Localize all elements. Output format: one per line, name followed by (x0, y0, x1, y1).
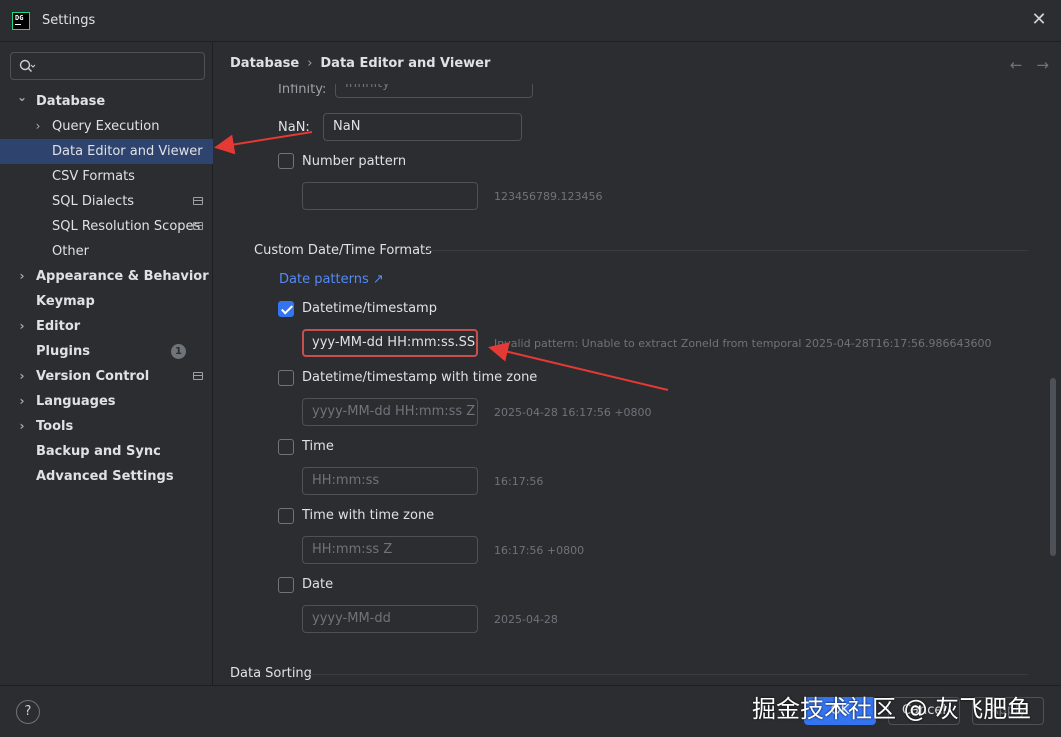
sidebar-item-languages[interactable]: › Languages (0, 389, 213, 414)
close-icon[interactable]: ✕ (1029, 10, 1049, 30)
dialog-footer: ? OK Cancel Apply 掘金技术社区 @ 灰飞肥鱼 (0, 685, 1061, 737)
time-field[interactable]: HH:mm:ss (302, 467, 478, 495)
project-scope-icon (193, 222, 203, 230)
sidebar-item-keymap[interactable]: Keymap (0, 289, 213, 314)
history-nav: ← → (996, 56, 1049, 74)
window-title: Settings (42, 13, 96, 28)
sidebar-item-query-execution[interactable]: › Query Execution (0, 114, 213, 139)
infinity-label: Infinity: (278, 84, 327, 97)
time-checkbox[interactable] (278, 439, 294, 455)
number-pattern-field[interactable] (302, 182, 478, 210)
time-tz-label: Time with time zone (302, 508, 435, 523)
sidebar-item-data-editor-and-viewer[interactable]: Data Editor and Viewer (0, 139, 213, 164)
nan-label: NaN: (278, 120, 310, 135)
datagrip-logo-icon: DG (12, 12, 30, 30)
vertical-scrollbar[interactable] (1050, 378, 1056, 556)
sidebar-item-version-control[interactable]: › Version Control (0, 364, 213, 389)
date-patterns-link[interactable]: Date patterns ↗ (279, 272, 384, 287)
sidebar-item-database[interactable]: ⌄ Database (0, 89, 213, 114)
chevron-down-icon[interactable]: ⌄ (16, 85, 28, 110)
number-pattern-label: Number pattern (302, 154, 407, 169)
time-example: 16:17:56 (494, 475, 544, 488)
sidebar-item-other[interactable]: Other (0, 239, 213, 264)
sidebar-item-label: Keymap (36, 294, 95, 309)
sidebar-item-label: Plugins (36, 344, 90, 359)
update-count-badge: 1 (171, 344, 186, 359)
number-pattern-example: 123456789.123456 (494, 190, 603, 203)
sidebar-item-tools[interactable]: › Tools (0, 414, 213, 439)
time-label: Time (302, 439, 334, 454)
breadcrumb-parent[interactable]: Database (230, 56, 299, 71)
back-arrow-icon[interactable]: ← (1010, 56, 1023, 74)
sidebar-item-appearance-behavior[interactable]: › Appearance & Behavior (0, 264, 213, 289)
title-bar: DG Settings ✕ (0, 0, 1061, 42)
section-divider (422, 250, 1028, 251)
watermark: 掘金技术社区 @ 灰飞肥鱼 (752, 695, 1032, 723)
number-pattern-checkbox[interactable] (278, 153, 294, 169)
date-field[interactable]: yyyy-MM-dd (302, 605, 478, 633)
datetime-pattern-field[interactable]: yyy-MM-dd HH:mm:ss.SSS z (302, 329, 478, 357)
chevron-right-icon[interactable]: › (16, 414, 28, 439)
chevron-right-icon[interactable]: › (16, 314, 28, 339)
scroll-viewport: Infinity: Infinity NaN: NaN Number patte… (214, 84, 1061, 685)
chevron-right-icon[interactable]: › (16, 264, 28, 289)
sidebar-item-label: Languages (36, 394, 116, 409)
sidebar-item-sql-resolution-scopes[interactable]: SQL Resolution Scopes (0, 214, 213, 239)
sidebar-item-advanced-settings[interactable]: Advanced Settings (0, 464, 213, 489)
time-tz-checkbox[interactable] (278, 508, 294, 524)
project-scope-icon (193, 197, 203, 205)
chevron-right-icon[interactable]: › (16, 389, 28, 414)
breadcrumb-separator: › (307, 56, 313, 71)
sidebar-item-editor[interactable]: › Editor (0, 314, 213, 339)
settings-content: Database › Data Editor and Viewer ← → Infin… (214, 42, 1061, 685)
date-checkbox[interactable] (278, 577, 294, 593)
datetime-label: Datetime/timestamp (302, 301, 437, 316)
chevron-right-icon[interactable]: › (32, 114, 44, 139)
datetime-tz-label: Datetime/timestamp with time zone (302, 370, 538, 385)
help-button[interactable]: ? (16, 700, 40, 724)
sidebar-item-csv-formats[interactable]: CSV Formats (0, 164, 213, 189)
forward-arrow-icon[interactable]: → (1036, 56, 1049, 74)
logo-text: DG (15, 14, 24, 22)
infinity-field[interactable]: Infinity (335, 84, 533, 98)
sidebar-item-label: Query Execution (52, 119, 160, 134)
project-scope-icon (193, 372, 203, 380)
sidebar-item-label: Editor (36, 319, 81, 334)
time-tz-field[interactable]: HH:mm:ss Z (302, 536, 478, 564)
datetime-checkbox[interactable] (278, 301, 294, 317)
sidebar-item-label: Version Control (36, 369, 150, 384)
date-example: 2025-04-28 (494, 613, 558, 626)
datetime-section-title: Custom Date/Time Formats (254, 243, 432, 258)
sidebar-item-sql-dialects[interactable]: SQL Dialects (0, 189, 213, 214)
settings-sidebar: ⌄ Database › Query Execution Data Editor and… (0, 42, 213, 685)
search-icon (19, 59, 36, 72)
breadcrumb: Database › Data Editor and Viewer (230, 56, 490, 71)
sidebar-item-label: CSV Formats (52, 169, 135, 184)
time-tz-example: 16:17:56 +0800 (494, 544, 585, 557)
breadcrumb-current: Data Editor and Viewer (320, 56, 491, 71)
datetime-tz-example: 2025-04-28 16:17:56 +0800 (494, 406, 652, 419)
datetime-tz-field[interactable]: yyyy-MM-dd HH:mm:ss Z (302, 398, 478, 426)
date-label: Date (302, 577, 334, 592)
search-input[interactable] (10, 52, 205, 80)
sidebar-item-backup-and-sync[interactable]: Backup and Sync (0, 439, 213, 464)
sidebar-item-label: Appearance & Behavior (36, 269, 209, 284)
chevron-right-icon[interactable]: › (16, 364, 28, 389)
sidebar-item-label: SQL Dialects (52, 194, 135, 209)
data-sorting-section-title: Data Sorting (230, 666, 312, 681)
sorting-divider (310, 674, 1028, 675)
sidebar-item-label: Backup and Sync (36, 444, 161, 459)
sidebar-item-label: Other (52, 244, 89, 259)
datetime-tz-checkbox[interactable] (278, 370, 294, 386)
sidebar-item-label: Database (36, 94, 106, 109)
sidebar-item-label: SQL Resolution Scopes (52, 219, 201, 234)
settings-tree: ⌄ Database › Query Execution Data Editor and… (0, 89, 213, 489)
sidebar-item-label: Advanced Settings (36, 469, 174, 484)
datetime-error-message: Invalid pattern: Unable to extract ZoneI… (494, 337, 992, 350)
sidebar-item-label: Tools (36, 419, 74, 434)
sidebar-item-label: Data Editor and Viewer (52, 144, 203, 159)
sidebar-item-plugins[interactable]: Plugins 1 (0, 339, 213, 364)
nan-field[interactable]: NaN (323, 113, 522, 141)
